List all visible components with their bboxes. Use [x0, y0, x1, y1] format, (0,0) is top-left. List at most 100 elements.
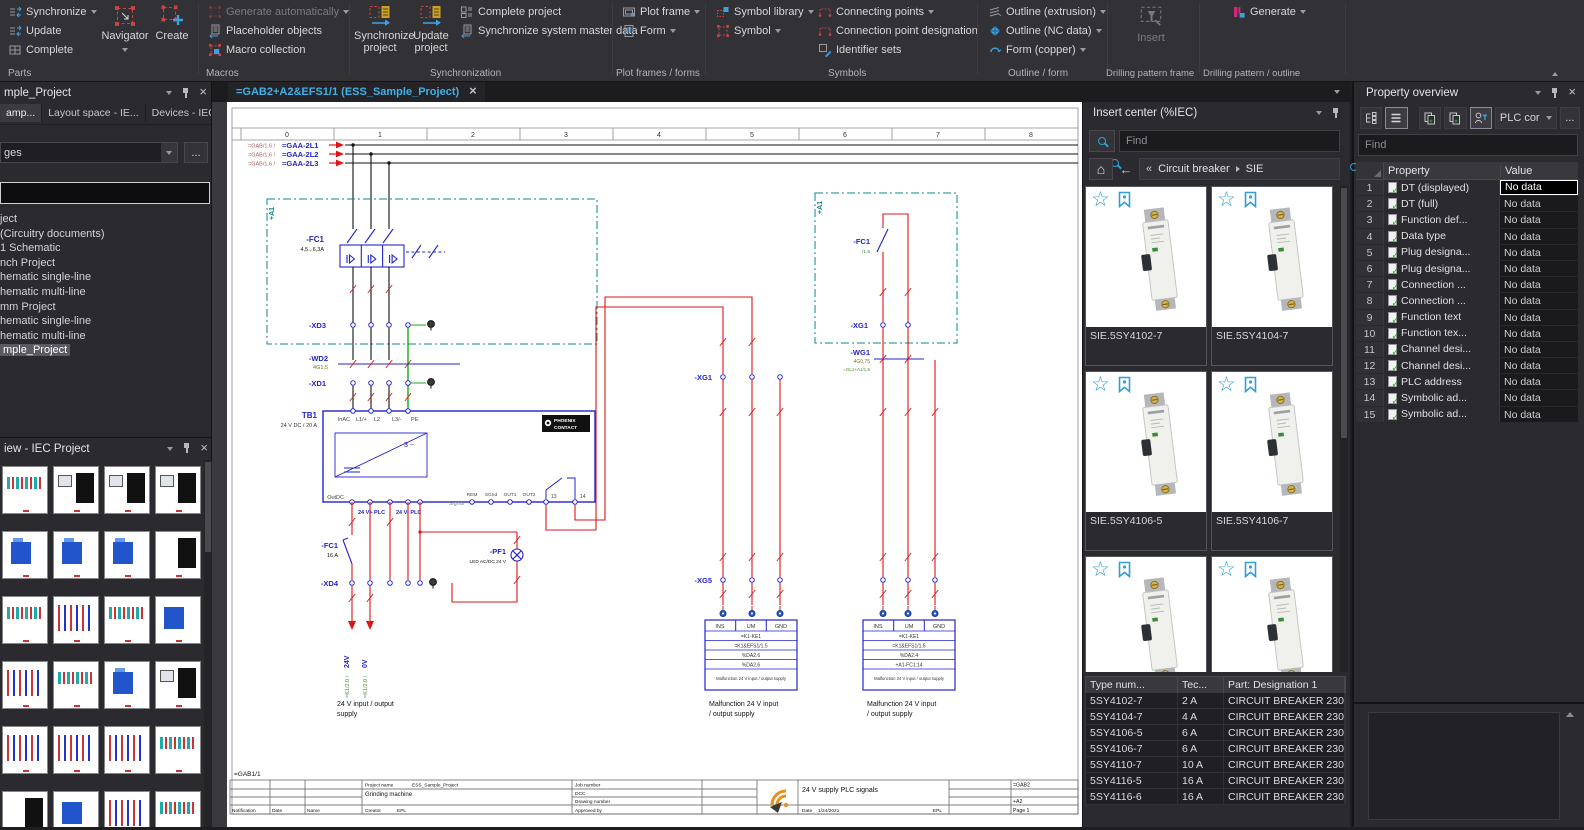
- page-thumbnail[interactable]: [104, 531, 150, 579]
- property-row[interactable]: 8Connection ...No data: [1356, 293, 1578, 309]
- form-copper-button[interactable]: Form (copper): [984, 41, 1089, 59]
- macro-collection-button[interactable]: Macro collection: [204, 41, 308, 59]
- panel-menu-icon[interactable]: [167, 447, 173, 451]
- schematic-canvas[interactable]: 012345678 =GAB/1.6 / =GAA-2L1 =GAB/1.6 /…: [212, 102, 1082, 827]
- property-row[interactable]: 1DT (displayed)No data: [1356, 180, 1578, 196]
- outline-extrusion-button[interactable]: Outline (extrusion): [984, 3, 1109, 21]
- favorite-star-icon[interactable]: ☆: [1091, 189, 1110, 211]
- pin-icon[interactable]: [182, 443, 191, 454]
- property-row[interactable]: 4Data typeNo data: [1356, 229, 1578, 245]
- page-thumbnail[interactable]: [53, 726, 99, 774]
- page-thumbnail[interactable]: [104, 791, 150, 827]
- page-thumbnail[interactable]: [2, 531, 48, 579]
- navigator-button[interactable]: Navigator: [101, 2, 149, 64]
- tree-item[interactable]: hematic single-line: [0, 314, 212, 329]
- synchronize-project-button[interactable]: Synchronize project: [354, 2, 406, 64]
- search-input[interactable]: [1119, 130, 1340, 152]
- breadcrumb-subcategory[interactable]: SIE: [1246, 163, 1264, 175]
- property-row[interactable]: 2DT (full)No data: [1356, 196, 1578, 212]
- tree-item[interactable]: ject: [0, 212, 212, 227]
- page-thumbnail[interactable]: [104, 661, 150, 709]
- panel-menu-icon[interactable]: [166, 91, 172, 95]
- tree-item[interactable]: mm Project: [0, 300, 212, 315]
- page-thumbnail[interactable]: [104, 726, 150, 774]
- symbol-button[interactable]: Symbol: [712, 22, 784, 40]
- favorite-star-icon[interactable]: ☆: [1217, 374, 1236, 396]
- tree-item[interactable]: hematic single-line: [0, 270, 212, 285]
- complete-project-button[interactable]: Complete project: [456, 3, 564, 21]
- page-thumbnail[interactable]: [155, 791, 201, 827]
- breadcrumb-category[interactable]: Circuit breaker: [1158, 163, 1230, 175]
- generate-automatically-button[interactable]: Generate automatically: [204, 3, 352, 21]
- collapse-ribbon-icon[interactable]: [1552, 72, 1558, 76]
- update-parts-button[interactable]: Update: [4, 22, 64, 40]
- page-thumbnail[interactable]: [155, 596, 201, 644]
- parts-table-row[interactable]: 5SY4110-710 ACIRCUIT BREAKER 230/400V 10…: [1085, 757, 1346, 773]
- property-grid-header[interactable]: Property Value: [1356, 162, 1578, 180]
- page-thumbnail[interactable]: [2, 466, 48, 514]
- user-filter-button[interactable]: [1470, 107, 1492, 129]
- page-thumbnail[interactable]: [53, 466, 99, 514]
- property-row[interactable]: 14Symbolic ad...No data: [1356, 390, 1578, 406]
- bookmark-icon[interactable]: [1118, 191, 1131, 208]
- parts-table-row[interactable]: 5SY4106-76 ACIRCUIT BREAKER 230/400V 10K…: [1085, 741, 1346, 757]
- page-thumbnail[interactable]: [53, 661, 99, 709]
- property-row[interactable]: 7Connection ...No data: [1356, 277, 1578, 293]
- page-thumbnail[interactable]: [155, 661, 201, 709]
- search-options-button[interactable]: [1089, 130, 1115, 152]
- tree-view-button[interactable]: [1360, 107, 1382, 129]
- document-tab[interactable]: =GAB2+A2&EFS1/1 (ESS_Sample_Project): [228, 82, 485, 102]
- property-row[interactable]: 3Function def...No data: [1356, 212, 1578, 228]
- panel-menu-icon[interactable]: [1316, 111, 1322, 115]
- bookmark-icon[interactable]: [1244, 561, 1257, 578]
- bookmark-icon[interactable]: [1244, 191, 1257, 208]
- connection-point-designation-button[interactable]: Connection point designation: [814, 22, 981, 40]
- paste-button[interactable]: [1444, 107, 1466, 129]
- parts-table-row[interactable]: 5SY4104-74 ACIRCUIT BREAKER 230/400V 10K…: [1085, 709, 1346, 725]
- pin-icon[interactable]: [1331, 108, 1340, 119]
- property-row[interactable]: 15Symbolic ad...No data: [1356, 407, 1578, 423]
- property-row[interactable]: 13PLC addressNo data: [1356, 374, 1578, 390]
- generate-drilling-button[interactable]: Generate: [1228, 3, 1309, 21]
- cards-scrollbar[interactable]: [1340, 186, 1348, 672]
- part-card[interactable]: ☆ SIE.5SY4106-7: [1211, 371, 1333, 551]
- corner-select-icon[interactable]: [1356, 162, 1384, 179]
- outline-nc-data-button[interactable]: Outline (NC data): [984, 22, 1105, 40]
- part-card[interactable]: ☆: [1211, 556, 1333, 672]
- identifier-sets-button[interactable]: Identifier sets: [814, 41, 904, 59]
- filter-select[interactable]: ges: [0, 142, 178, 163]
- plc-connector-block-2[interactable]: INS UM GND =K1-KE1 =K1&EFS1/1.5 %DA2.4 +…: [863, 620, 955, 690]
- bookmark-icon[interactable]: [1118, 376, 1131, 393]
- page-thumbnail[interactable]: [2, 791, 48, 827]
- tree-item[interactable]: 1 Schematic: [0, 241, 212, 256]
- close-icon[interactable]: [1568, 87, 1576, 99]
- plc-connector-block-1[interactable]: INS UM GND =K1-KE1 =K1&EFS1/1.5 %DA2.6 %…: [705, 620, 797, 690]
- page-filter-input[interactable]: [0, 182, 210, 204]
- page-thumbnail[interactable]: [155, 531, 201, 579]
- property-row[interactable]: 9Function textNo data: [1356, 310, 1578, 326]
- placeholder-objects-button[interactable]: Placeholder objects: [204, 22, 325, 40]
- property-row[interactable]: 5Plug designa...No data: [1356, 245, 1578, 261]
- collapse-breadcrumb-icon[interactable]: [1146, 163, 1152, 175]
- parts-table-row[interactable]: 5SY4116-616 ACIRCUIT BREAKER 230/400V 10…: [1085, 789, 1346, 805]
- copy-button[interactable]: [1419, 107, 1441, 129]
- bookmark-icon[interactable]: [1244, 376, 1257, 393]
- create-button[interactable]: Create: [151, 2, 193, 64]
- tree-item[interactable]: nch Project: [0, 256, 212, 271]
- tab-list-icon[interactable]: [1334, 90, 1340, 94]
- page-thumbnail[interactable]: [53, 791, 99, 827]
- parts-table-header[interactable]: Type num...Tec...Part: Designation 1: [1085, 676, 1346, 693]
- property-row[interactable]: 12Channel desi...No data: [1356, 358, 1578, 374]
- page-thumbnail[interactable]: [155, 466, 201, 514]
- property-row[interactable]: 10Function tex...No data: [1356, 326, 1578, 342]
- symbol-library-button[interactable]: Symbol library: [712, 3, 817, 21]
- close-icon[interactable]: [200, 443, 208, 455]
- property-row[interactable]: 11Channel desi...No data: [1356, 342, 1578, 358]
- scroll-up-icon[interactable]: [1566, 712, 1574, 717]
- list-view-button[interactable]: [1385, 107, 1407, 129]
- home-button[interactable]: ⌂: [1089, 158, 1113, 180]
- tree-item[interactable]: hematic multi-line: [0, 285, 212, 300]
- page-thumbnail[interactable]: [104, 596, 150, 644]
- page-thumbnail[interactable]: [2, 596, 48, 644]
- bookmark-icon[interactable]: [1118, 561, 1131, 578]
